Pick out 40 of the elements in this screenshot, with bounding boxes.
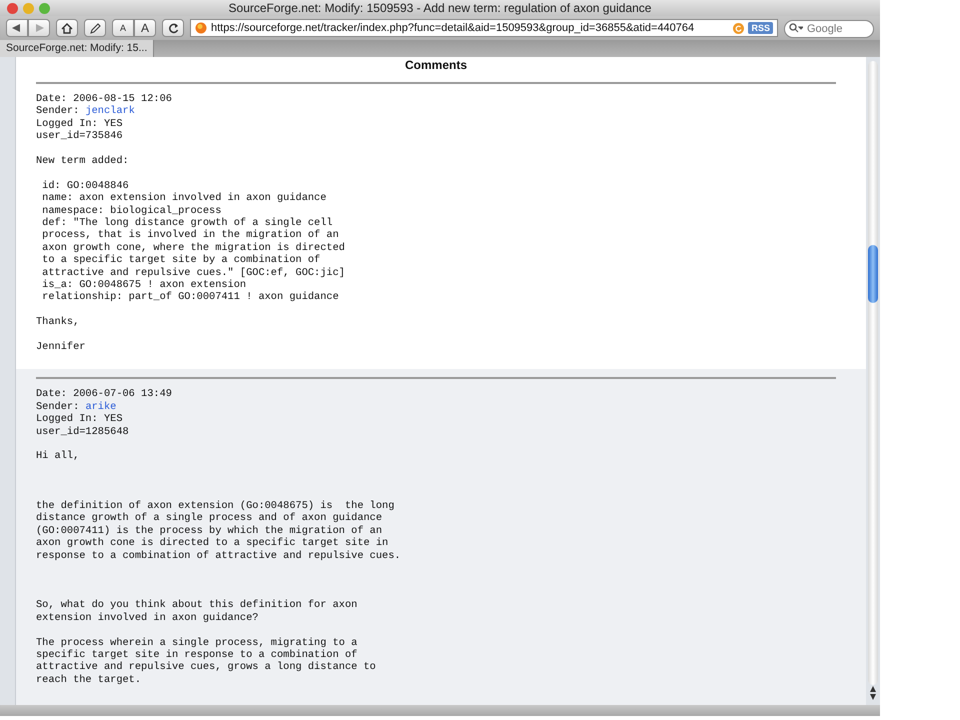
comment-date: Date: 2006-07-06 13:49: [36, 388, 173, 401]
comment-paragraph: Hi all,: [36, 450, 80, 463]
scroll-down-icon[interactable]: [869, 693, 877, 701]
smaller-text-button[interactable]: A: [112, 19, 134, 37]
scrollbar-thumb[interactable]: [868, 245, 878, 303]
logged-in-status: Logged In: YES: [36, 413, 124, 426]
comment-paragraph: id: GO:0048846 name: axon extension involved in axon guidance namespace: biological_process def: "The long distance growth of a single cell process, that is involved in the migration of an axon growth cone, where the migration is directed to a specific target site by a combination of attractive and repulsive cues." [GOC:ef, GOC:jic] is_a: GO:0048675 ! axon extension relationship: part_of GO:0007411 ! axon guidance: [41, 180, 346, 304]
search-field[interactable]: Google: [784, 20, 874, 38]
comments-heading: Comments: [404, 57, 468, 74]
comment-paragraph: Thanks,: [36, 316, 80, 329]
sender-link[interactable]: jenclark: [85, 105, 135, 118]
sender-label: Sender:: [36, 105, 80, 118]
house-icon: [61, 22, 73, 34]
right-arrow-icon: [34, 24, 44, 32]
edit-button[interactable]: [84, 19, 106, 37]
comment-paragraph: the definition of axon extension (Go:0048675) is the long distance growth of a single process and of axon guidance (GO:0007411) is the process by which the migration of an axon growth cone is directed to a specific target site in response to a combination of attractive and repulsive cues.: [36, 500, 402, 562]
home-button[interactable]: [56, 19, 78, 37]
logged-in-status: Logged In: YES: [36, 118, 124, 130]
globe-icon: [195, 22, 207, 34]
rss-badge[interactable]: RSS: [748, 22, 773, 34]
sender-link[interactable]: arike: [85, 400, 116, 413]
user-id: user_id=735846: [36, 130, 124, 143]
user-id: user_id=1285648: [36, 426, 130, 438]
reload-button[interactable]: [162, 19, 184, 37]
address-field[interactable]: https://sourceforge.net/tracker/index.php?func=detail&aid=1509593&group_id=36855&atid=440764 RSS: [190, 19, 778, 37]
browser-tab[interactable]: SourceForge.net: Modify: 15...: [0, 40, 154, 57]
sender-label: Sender:: [36, 400, 80, 413]
back-button[interactable]: [6, 19, 28, 37]
reload-icon: [168, 22, 178, 34]
comment-paragraph: Jennifer: [36, 341, 86, 354]
comment-date: Date: 2006-08-15 12:06: [36, 93, 173, 106]
pencil-icon: [89, 22, 101, 34]
forward-button[interactable]: [28, 19, 50, 37]
larger-text-button[interactable]: A: [134, 19, 156, 37]
comment-paragraph: The process wherein a single process, migrating to a specific target site in response to a combination of attractive and repulsive cues, grows a long distance to reach the target.: [36, 636, 377, 686]
left-arrow-icon: [12, 24, 22, 32]
close-button[interactable]: [7, 2, 18, 14]
comment-paragraph: So, what do you think about this definition for axon extension involved in axon guidance?: [36, 599, 358, 624]
window-title: SourceForge.net: Modify: 1509593 - Add new term: regulation of axon guidance: [228, 1, 652, 15]
comment-paragraph: New term added:: [36, 155, 130, 168]
